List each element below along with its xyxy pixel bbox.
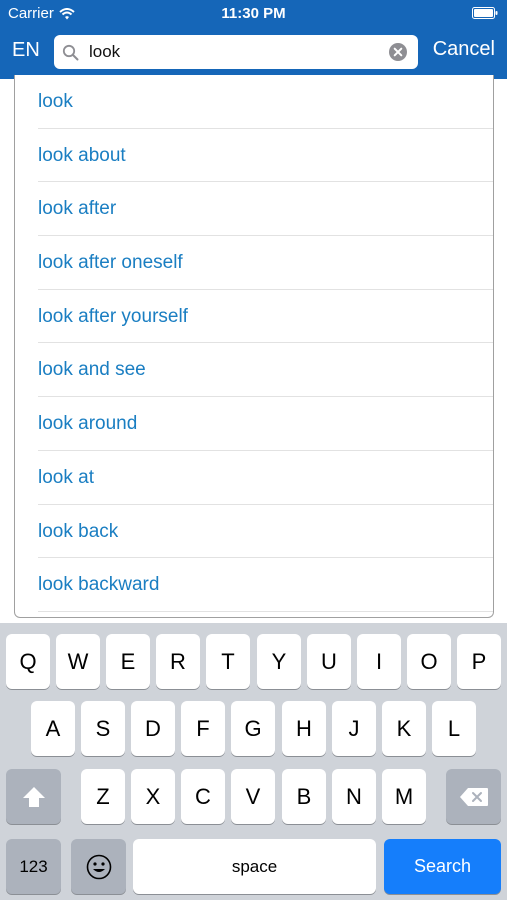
language-button[interactable]: EN [12, 39, 40, 62]
key-l[interactable]: L [432, 701, 476, 756]
key-d[interactable]: D [131, 701, 175, 756]
key-a[interactable]: A [31, 701, 75, 756]
suggestion-item[interactable]: look and see [15, 343, 493, 397]
key-z[interactable]: Z [81, 769, 125, 824]
clock: 11:30 PM [221, 5, 286, 22]
key-f[interactable]: F [181, 701, 225, 756]
suggestion-item[interactable]: look after yourself [15, 290, 493, 344]
search-key[interactable]: Search [384, 839, 501, 894]
search-field[interactable] [54, 35, 418, 69]
key-p[interactable]: P [457, 634, 501, 689]
header-bar: Carrier 11:30 PM EN Can [0, 0, 507, 79]
emoji-icon [86, 854, 111, 880]
search-input[interactable] [89, 35, 379, 69]
shift-key[interactable] [6, 769, 61, 824]
key-s[interactable]: S [81, 701, 125, 756]
suggestion-list: look look about look after look after on… [14, 75, 494, 618]
shift-icon [22, 787, 45, 807]
key-q[interactable]: Q [6, 634, 50, 689]
search-nav-row: EN Cancel [0, 34, 507, 70]
key-k[interactable]: K [382, 701, 426, 756]
key-o[interactable]: O [407, 634, 451, 689]
key-y[interactable]: Y [257, 634, 301, 689]
suggestion-item[interactable]: look after oneself [15, 236, 493, 290]
cancel-button[interactable]: Cancel [433, 38, 495, 61]
battery-icon [472, 7, 498, 19]
suggestion-item[interactable]: look around [15, 397, 493, 451]
key-n[interactable]: N [332, 769, 376, 824]
space-key[interactable]: space [133, 839, 376, 894]
status-bar: Carrier 11:30 PM [0, 0, 507, 28]
suggestion-item[interactable]: look back [15, 505, 493, 559]
emoji-key[interactable] [71, 839, 126, 894]
key-r[interactable]: R [156, 634, 200, 689]
keyboard: Q W E R T Y U I O P A S D F G H J K L Z … [0, 623, 507, 900]
delete-key[interactable] [446, 769, 501, 824]
key-x[interactable]: X [131, 769, 175, 824]
key-v[interactable]: V [231, 769, 275, 824]
numbers-key[interactable]: 123 [6, 839, 61, 894]
suggestion-item[interactable]: look backward [15, 558, 493, 612]
suggestion-item[interactable]: look [15, 75, 493, 129]
key-w[interactable]: W [56, 634, 100, 689]
search-icon [62, 44, 79, 61]
key-t[interactable]: T [206, 634, 250, 689]
suggestion-item[interactable]: look at [15, 451, 493, 505]
clear-icon[interactable] [389, 43, 407, 61]
key-i[interactable]: I [357, 634, 401, 689]
suggestion-item[interactable]: look about [15, 129, 493, 183]
key-u[interactable]: U [307, 634, 351, 689]
key-m[interactable]: M [382, 769, 426, 824]
suggestion-item[interactable]: look after [15, 182, 493, 236]
key-b[interactable]: B [282, 769, 326, 824]
key-c[interactable]: C [181, 769, 225, 824]
key-e[interactable]: E [106, 634, 150, 689]
key-h[interactable]: H [282, 701, 326, 756]
delete-icon [459, 788, 488, 806]
key-g[interactable]: G [231, 701, 275, 756]
key-j[interactable]: J [332, 701, 376, 756]
